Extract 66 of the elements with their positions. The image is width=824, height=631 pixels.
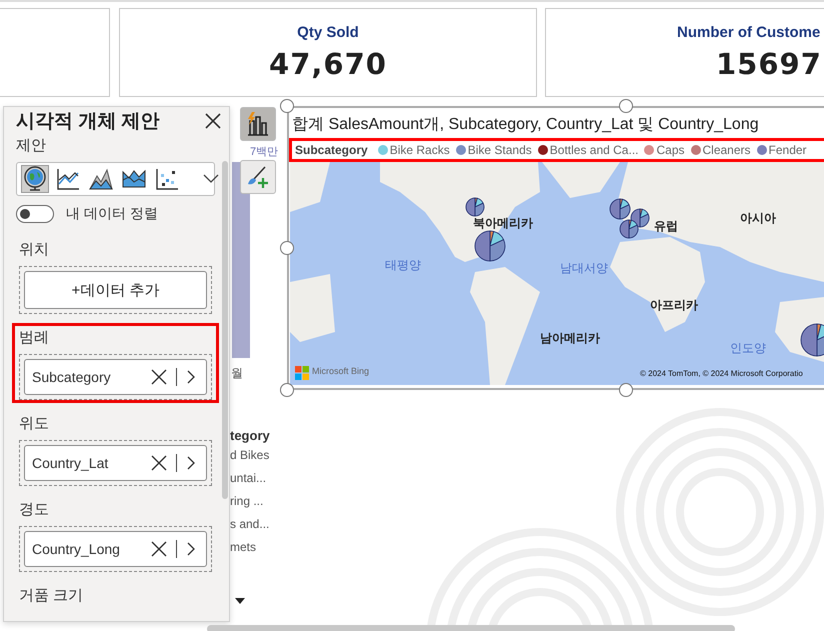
pie-marker[interactable]	[465, 197, 485, 217]
toggle-label: 내 데이터 정렬	[66, 205, 158, 223]
resize-handle[interactable]	[619, 99, 633, 113]
panel-title: 시각적 개체 제안	[16, 110, 160, 134]
legend-item: untai...	[230, 471, 268, 485]
legend-item: d Bikes	[230, 448, 270, 462]
remove-icon[interactable]	[151, 541, 167, 557]
map-label: 남아메리카	[540, 330, 600, 347]
chevron-right-icon[interactable]	[186, 541, 196, 557]
scrollbar-thumb[interactable]	[222, 161, 228, 499]
map-label: 유럽	[654, 218, 678, 235]
scrollbar-thumb[interactable]	[207, 625, 735, 631]
map-attribution: © 2024 TomTom, © 2024 Microsoft Corporatio	[640, 369, 803, 378]
legend-item[interactable]: Fender	[768, 143, 807, 157]
resize-handle[interactable]	[619, 383, 633, 397]
remove-icon[interactable]	[151, 455, 167, 471]
section-label: 거품 크기	[19, 586, 84, 605]
legend-item[interactable]: Caps	[656, 143, 684, 157]
map-label: 아프리카	[650, 297, 698, 314]
pie-marker[interactable]	[800, 323, 824, 357]
legend-item: mets	[230, 540, 258, 554]
chevron-right-icon[interactable]	[186, 369, 196, 385]
chart-suggest-icon[interactable]	[240, 107, 276, 141]
map-label: 아시아	[740, 210, 776, 227]
legend-title: tegory	[230, 428, 270, 443]
legend-item[interactable]: Bottles and Ca...	[550, 143, 638, 157]
legend-title: Subcategory	[295, 143, 368, 157]
caret-icon[interactable]	[235, 598, 245, 604]
field-name: Subcategory	[32, 369, 112, 385]
map-label: 북아메리카	[473, 215, 533, 232]
windows-logo-icon	[295, 366, 309, 380]
legend-item[interactable]: Bike Stands	[468, 143, 532, 157]
resize-handle[interactable]	[280, 383, 294, 397]
pie-marker[interactable]	[609, 198, 631, 220]
section-label: 경도	[19, 500, 50, 519]
field-name: Country_Long	[32, 541, 121, 557]
resize-handle[interactable]	[280, 99, 294, 113]
section-label: 제안	[16, 136, 47, 155]
legend-item: s and...	[230, 517, 270, 531]
section-label: 위치	[19, 240, 50, 259]
section-label: 위도	[19, 414, 50, 433]
axis-label: 월	[231, 365, 243, 382]
pie-marker[interactable]	[474, 230, 506, 262]
legend-item: ring ...	[230, 494, 264, 508]
map-chart-icon[interactable]	[21, 165, 49, 193]
map-label: 남대서양	[560, 260, 608, 277]
card-title: Number of Custome	[677, 24, 820, 41]
card-value: 15697	[716, 47, 822, 81]
card-title: Qty Sold	[297, 24, 359, 41]
close-button[interactable]	[205, 112, 221, 128]
resize-handle[interactable]	[280, 241, 294, 255]
section-label: 범례	[19, 328, 50, 347]
field-name: Country_Lat	[32, 455, 110, 471]
chevron-right-icon[interactable]	[186, 455, 196, 471]
card-value: 47,670	[269, 47, 387, 81]
toggle-switch[interactable]	[16, 205, 54, 223]
brush-plus-icon[interactable]	[240, 160, 276, 194]
visual-title: 합계 SalesAmount개, Subcategory, Country_Lat 및 Country_Long	[291, 115, 760, 135]
legend-item[interactable]: Bike Racks	[390, 143, 450, 157]
map-label: 태평양	[385, 257, 421, 274]
map-label: 인도양	[730, 340, 766, 357]
pie-marker[interactable]	[619, 219, 639, 239]
map-logo-text: Microsoft Bing	[312, 366, 370, 376]
axis-label: 7백만	[250, 145, 278, 159]
legend-item[interactable]: Cleaners	[702, 143, 751, 157]
remove-icon[interactable]	[151, 369, 167, 385]
